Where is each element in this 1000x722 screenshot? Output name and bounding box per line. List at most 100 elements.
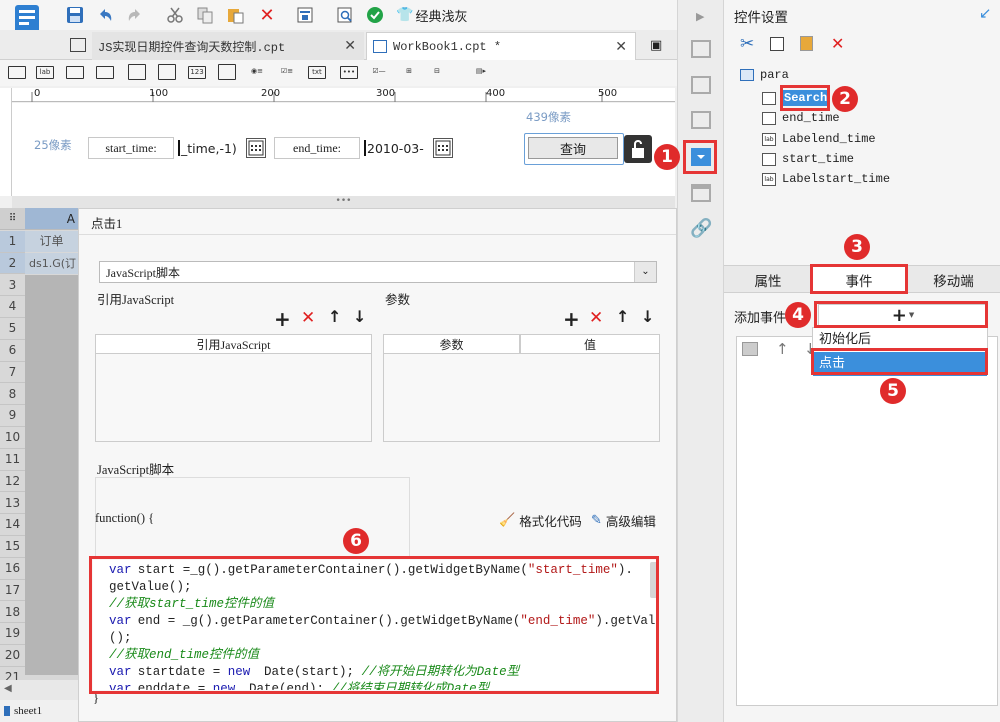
list-widget-icon[interactable] [128, 64, 146, 80]
row-header[interactable]: 4 [0, 296, 25, 318]
splitter-handle[interactable]: ••• [12, 196, 675, 208]
label-text-icon[interactable]: lab [36, 66, 54, 79]
tree-item-end-time[interactable]: end_time [762, 109, 840, 127]
layout-icon[interactable] [691, 40, 711, 58]
paste-icon[interactable] [224, 4, 246, 26]
end-time-input[interactable]: 2010-03- [364, 137, 428, 159]
row-header[interactable]: 6 [0, 340, 25, 362]
radio-widget-icon[interactable]: ◉≡ [248, 66, 266, 79]
tab-js-date[interactable]: JS实现日期控件查询天数控制.cpt ✕ [92, 32, 364, 60]
copy-icon[interactable] [194, 4, 216, 26]
copy-icon[interactable] [770, 37, 784, 51]
add-icon[interactable]: + [563, 307, 580, 331]
delete-icon[interactable]: ✕ [589, 308, 603, 328]
redo-icon[interactable] [124, 4, 146, 26]
tab-menu-icon[interactable]: ▣ [650, 38, 662, 53]
checkbox-single-icon[interactable]: ☑— [370, 66, 388, 79]
tree-item-start-time[interactable]: start_time [762, 150, 854, 168]
settings-page-icon[interactable] [691, 76, 711, 94]
password-widget-icon[interactable]: ••• [340, 66, 358, 79]
date-widget-icon[interactable] [158, 64, 176, 80]
advanced-edit-button[interactable]: ✎ 高级编辑 [591, 511, 656, 530]
close-icon[interactable]: ✕ [344, 38, 356, 54]
row-header[interactable]: 12 [0, 471, 25, 493]
row-header[interactable]: 17 [0, 580, 25, 602]
calendar-icon[interactable] [433, 138, 453, 158]
checkbox-widget-icon[interactable]: ☑≡ [278, 66, 296, 79]
undo-icon[interactable] [94, 4, 116, 26]
tree-item-labelstart-time[interactable]: lab Labelstart_time [762, 170, 890, 188]
theme-button[interactable]: 👕 经典浅灰 [396, 6, 467, 25]
row-header[interactable]: 11 [0, 449, 25, 471]
save-icon[interactable] [64, 4, 86, 26]
sheet-tab[interactable]: sheet1 [14, 705, 42, 717]
tree-widget-icon[interactable]: ⊞ [400, 66, 418, 79]
row-header[interactable]: 1 [0, 231, 25, 253]
frame-icon[interactable] [691, 111, 711, 129]
row-header[interactable]: 13 [0, 493, 25, 515]
row-header[interactable]: 9 [0, 405, 25, 427]
stack-icon[interactable] [691, 184, 711, 202]
column-header-a[interactable]: A [25, 208, 78, 230]
text-widget-icon[interactable]: txt [308, 66, 326, 79]
unlock-icon[interactable] [624, 135, 652, 163]
move-down-icon[interactable]: ↓ [641, 307, 654, 326]
search-report-icon[interactable] [334, 4, 356, 26]
cut-icon[interactable]: ✂ [740, 34, 754, 54]
query-button[interactable]: 查询 [528, 137, 618, 159]
label-end-time[interactable]: end_time: [274, 137, 360, 159]
horizontal-scrollbar[interactable]: ◀ [0, 680, 78, 700]
more-widgets-icon[interactable]: ▤▸ [472, 66, 490, 79]
preview-icon[interactable] [294, 4, 316, 26]
cell-a1[interactable]: 订单 [25, 231, 78, 252]
textfield-widget-icon[interactable] [66, 66, 84, 79]
tree-item-labelend-time[interactable]: lab Labelend_time [762, 130, 876, 148]
cell-a2[interactable]: ds1.G(订 [25, 253, 78, 274]
format-code-button[interactable]: 🧹 格式化代码 [499, 511, 582, 530]
check-icon[interactable] [364, 4, 386, 26]
select-all-corner[interactable]: ⠿ [0, 208, 25, 230]
move-down-icon[interactable]: ↓ [353, 307, 366, 326]
row-header[interactable]: 16 [0, 558, 25, 580]
collapse-arrow-icon[interactable]: ▶ [696, 10, 704, 23]
row-header[interactable]: 5 [0, 318, 25, 340]
grid-view-icon[interactable] [70, 38, 86, 52]
tab-mobile[interactable]: 移动端 [906, 266, 1000, 293]
row-header[interactable]: 7 [0, 362, 25, 384]
spreadsheet-area[interactable]: ⠿ A 1 2 3 4 5 6 7 8 9 10 11 12 13 14 15 16 17 18 19 20 21 订单… [0, 208, 78, 722]
move-up-icon[interactable]: ↑ [776, 340, 789, 358]
parameter-pane[interactable]: 25像素 439像素 start_time: _time,-1) end_tim… [12, 103, 675, 196]
calendar-icon[interactable] [246, 138, 266, 158]
label-start-time[interactable]: start_time: [88, 137, 174, 159]
row-header[interactable]: 2 [0, 252, 25, 275]
move-up-icon[interactable]: ↑ [616, 307, 629, 326]
delete-icon[interactable]: ✕ [256, 4, 278, 26]
dropdown-widget-icon[interactable] [96, 66, 114, 79]
add-icon[interactable]: + [274, 307, 291, 331]
row-header[interactable]: 8 [0, 384, 25, 406]
row-header[interactable]: 18 [0, 602, 25, 624]
script-type-select[interactable]: JavaScript脚本 ⌄ [99, 261, 657, 283]
delete-icon[interactable]: ✕ [831, 34, 844, 53]
label-widget-icon[interactable] [8, 66, 26, 79]
textarea-widget-icon[interactable] [218, 64, 236, 80]
row-header[interactable]: 3 [0, 275, 25, 297]
move-up-icon[interactable]: ↑ [328, 307, 341, 326]
paste-icon[interactable] [800, 36, 813, 51]
cut-icon[interactable] [164, 4, 186, 26]
row-header[interactable]: 15 [0, 536, 25, 558]
treecombo-widget-icon[interactable]: ⊟ [428, 66, 446, 79]
close-icon[interactable]: ✕ [615, 39, 627, 55]
row-header[interactable]: 19 [0, 623, 25, 645]
start-time-input[interactable]: _time,-1) [178, 137, 244, 159]
delete-icon[interactable]: ✕ [301, 308, 315, 328]
tab-workbook1[interactable]: WorkBook1.cpt * ✕ [366, 32, 636, 60]
row-header[interactable]: 20 [0, 645, 25, 667]
tab-properties[interactable]: 属性 [724, 266, 812, 293]
row-header[interactable]: 14 [0, 514, 25, 536]
events-list[interactable] [736, 336, 998, 706]
copy-event-icon[interactable] [742, 342, 758, 356]
number-widget-icon[interactable]: 123 [188, 66, 206, 79]
link-icon[interactable]: 🔗 [690, 218, 712, 239]
tree-root[interactable]: para [740, 68, 789, 82]
